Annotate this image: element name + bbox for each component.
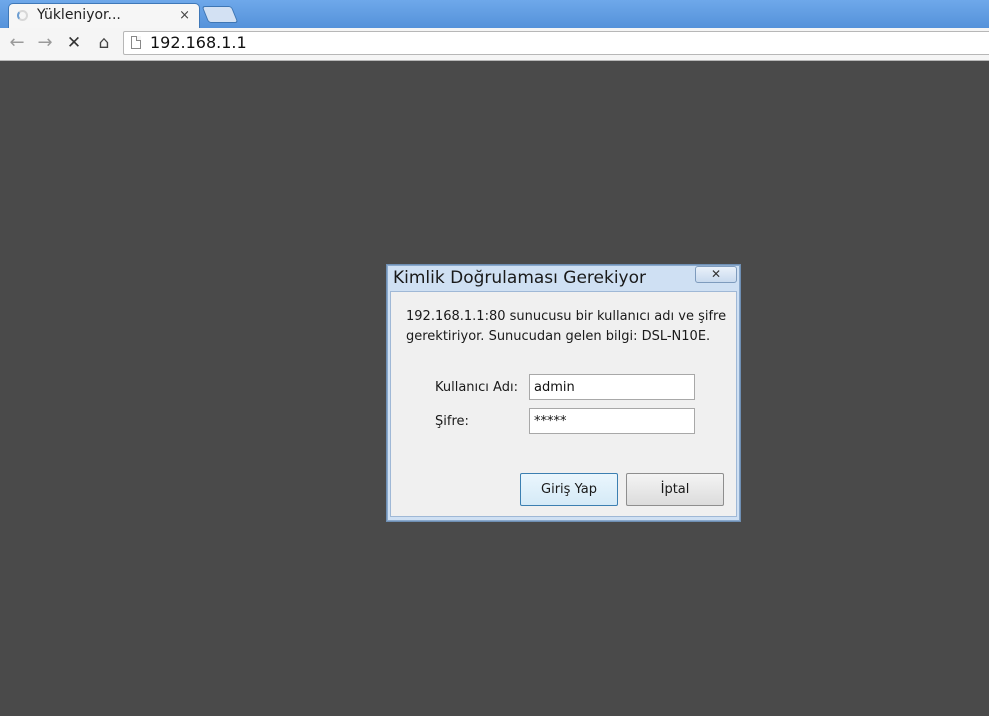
username-input[interactable]	[529, 374, 695, 400]
address-url[interactable]: 192.168.1.1	[150, 33, 247, 52]
dialog-message: 192.168.1.1:80 sunucusu bir kullanıcı ad…	[406, 309, 727, 344]
tab-loading[interactable]: Yükleniyor... ×	[8, 3, 200, 28]
back-icon[interactable]: ←	[6, 32, 28, 54]
tab-strip: Yükleniyor... ×	[0, 0, 989, 28]
browser-toolbar: ← → ✕ ⌂ 192.168.1.1	[0, 28, 989, 61]
stop-icon[interactable]: ✕	[63, 32, 85, 54]
password-input[interactable]	[529, 408, 695, 434]
tab-close-icon[interactable]: ×	[179, 8, 190, 23]
loading-spinner-icon	[17, 10, 28, 21]
password-label: Şifre:	[435, 414, 469, 429]
tab-title: Yükleniyor...	[37, 7, 121, 23]
login-button[interactable]: Giriş Yap	[520, 473, 618, 506]
page-icon	[131, 36, 141, 49]
dialog-title: Kimlik Doğrulaması Gerekiyor	[393, 268, 646, 288]
cancel-button[interactable]: İptal	[626, 473, 724, 506]
dialog-body: 192.168.1.1:80 sunucusu bir kullanıcı ad…	[390, 291, 737, 517]
forward-icon[interactable]: →	[34, 32, 56, 54]
auth-dialog: Kimlik Doğrulaması Gerekiyor ✕ 192.168.1…	[386, 264, 741, 522]
new-tab-icon[interactable]	[201, 6, 239, 23]
address-bar[interactable]: 192.168.1.1	[123, 31, 989, 55]
home-icon[interactable]: ⌂	[93, 32, 115, 54]
username-label: Kullanıcı Adı:	[435, 380, 518, 395]
dialog-close-icon[interactable]: ✕	[695, 266, 737, 283]
